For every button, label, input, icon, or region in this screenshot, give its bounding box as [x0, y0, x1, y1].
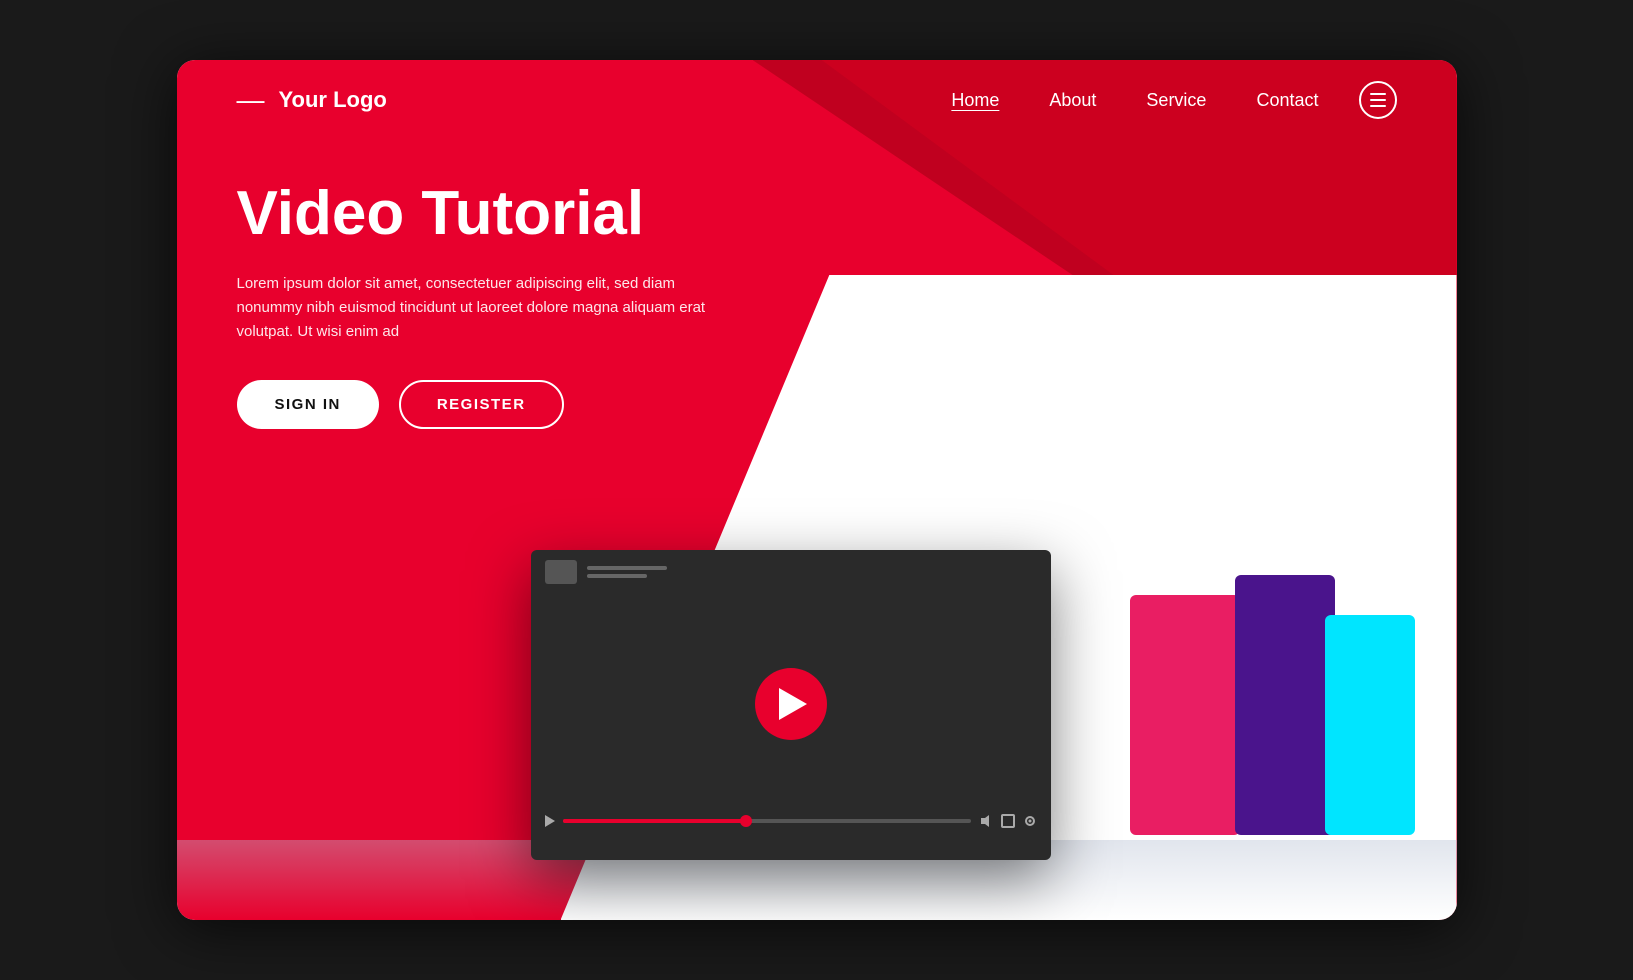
nav-about[interactable]: About [1049, 90, 1096, 110]
logo-text: Your Logo [279, 87, 387, 113]
hero-title: Video Tutorial [237, 180, 717, 248]
browser-frame: — Your Logo Home About Service Contact V… [177, 60, 1457, 920]
player-title-lines [587, 566, 667, 578]
hero-description: Lorem ipsum dolor sit amet, consectetuer… [237, 272, 717, 344]
navbar: — Your Logo Home About Service Contact [177, 60, 1457, 140]
progress-bar[interactable] [563, 819, 971, 823]
fullscreen-icon[interactable] [1001, 814, 1015, 828]
signin-button[interactable]: SIGN IN [237, 380, 379, 429]
volume-icon[interactable] [979, 814, 993, 828]
play-icon [779, 688, 807, 720]
logo: — Your Logo [237, 84, 952, 116]
menu-line-1 [1370, 93, 1386, 95]
settings-icon[interactable] [1023, 814, 1037, 828]
hero-section: — Your Logo Home About Service Contact V… [177, 60, 1457, 920]
progress-dot [740, 815, 752, 827]
menu-line-3 [1370, 105, 1386, 107]
player-body [531, 594, 1051, 814]
hero-content: Video Tutorial Lorem ipsum dolor sit ame… [237, 180, 717, 429]
video-card-6 [1325, 615, 1415, 835]
nav-links: Home About Service Contact [951, 90, 1318, 111]
player-title-line-1 [587, 566, 667, 570]
player-thumbnail [545, 560, 577, 584]
register-button[interactable]: REGISTER [399, 380, 564, 429]
video-player [531, 550, 1051, 860]
play-button[interactable] [755, 668, 827, 740]
hamburger-menu-button[interactable] [1359, 81, 1397, 119]
control-play-icon[interactable] [545, 815, 555, 827]
player-controls [531, 814, 1051, 836]
video-card-4 [1130, 595, 1240, 835]
video-card-5 [1235, 575, 1335, 835]
progress-fill [563, 819, 747, 823]
nav-home[interactable]: Home [951, 90, 999, 110]
nav-contact[interactable]: Contact [1256, 90, 1318, 110]
player-header [531, 550, 1051, 594]
menu-line-2 [1370, 99, 1386, 101]
player-title-line-2 [587, 574, 647, 578]
hero-buttons: SIGN IN REGISTER [237, 380, 717, 429]
logo-dash: — [237, 84, 265, 116]
nav-service[interactable]: Service [1146, 90, 1206, 110]
